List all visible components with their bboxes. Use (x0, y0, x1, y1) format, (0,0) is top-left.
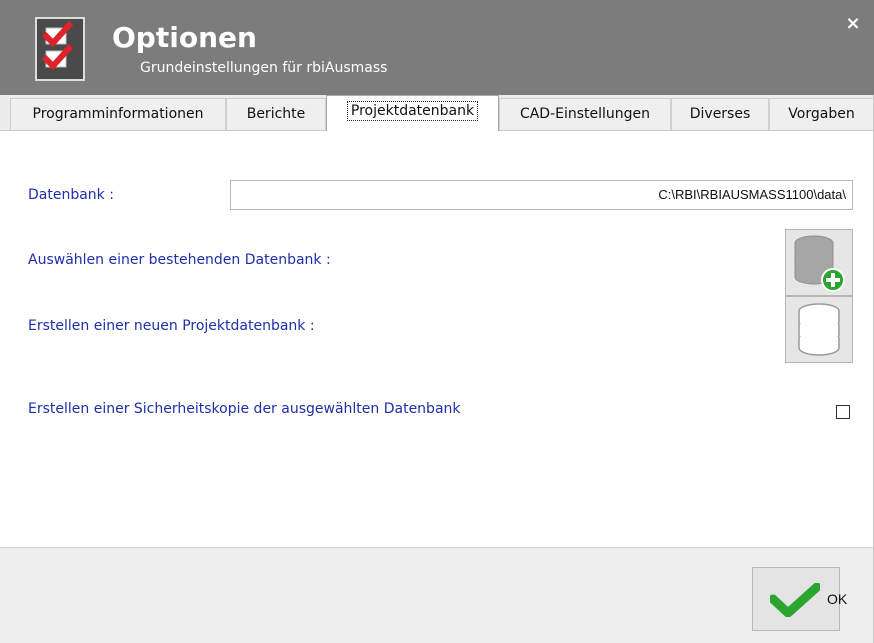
dialog-subtitle: Grundeinstellungen für rbiAusmass (140, 60, 388, 76)
backup-label: Erstellen einer Sicherheitskopie der aus… (28, 401, 461, 417)
database-label: Datenbank : (28, 187, 114, 203)
tab-strip: Programminformationen Berichte Projektda… (0, 95, 874, 131)
database-add-icon (794, 235, 845, 292)
ok-button[interactable]: OK (752, 567, 847, 631)
checkmark-icon (770, 583, 820, 617)
database-icon (798, 303, 840, 356)
tab-berichte[interactable]: Berichte (226, 98, 326, 130)
tab-projektdatenbank[interactable]: Projektdatenbank (326, 95, 499, 131)
backup-checkbox[interactable] (836, 405, 850, 419)
close-icon[interactable]: × (842, 13, 864, 35)
dialog-footer: OK (0, 547, 874, 643)
database-path-field[interactable]: C:\RBI\RBIAUSMASS1100\data\ (230, 180, 853, 210)
title-bar: Optionen Grundeinstellungen für rbiAusma… (0, 0, 874, 95)
tab-programminformationen[interactable]: Programminformationen (10, 98, 226, 130)
select-database-label: Auswählen einer bestehenden Datenbank : (28, 252, 331, 268)
ok-label: OK (827, 591, 848, 607)
create-database-label: Erstellen einer neuen Projektdatenbank : (28, 318, 315, 334)
checklist-icon (35, 17, 85, 81)
dialog-title: Optionen (112, 21, 257, 54)
select-database-button[interactable] (785, 229, 853, 296)
tab-cad-einstellungen[interactable]: CAD-Einstellungen (499, 98, 671, 130)
create-database-button[interactable] (785, 296, 853, 363)
tab-vorgaben[interactable]: Vorgaben (769, 98, 874, 130)
options-dialog: Optionen Grundeinstellungen für rbiAusma… (0, 0, 874, 643)
tab-diverses[interactable]: Diverses (671, 98, 769, 130)
tab-panel-projektdatenbank: Datenbank : C:\RBI\RBIAUSMASS1100\data\ … (8, 131, 874, 547)
